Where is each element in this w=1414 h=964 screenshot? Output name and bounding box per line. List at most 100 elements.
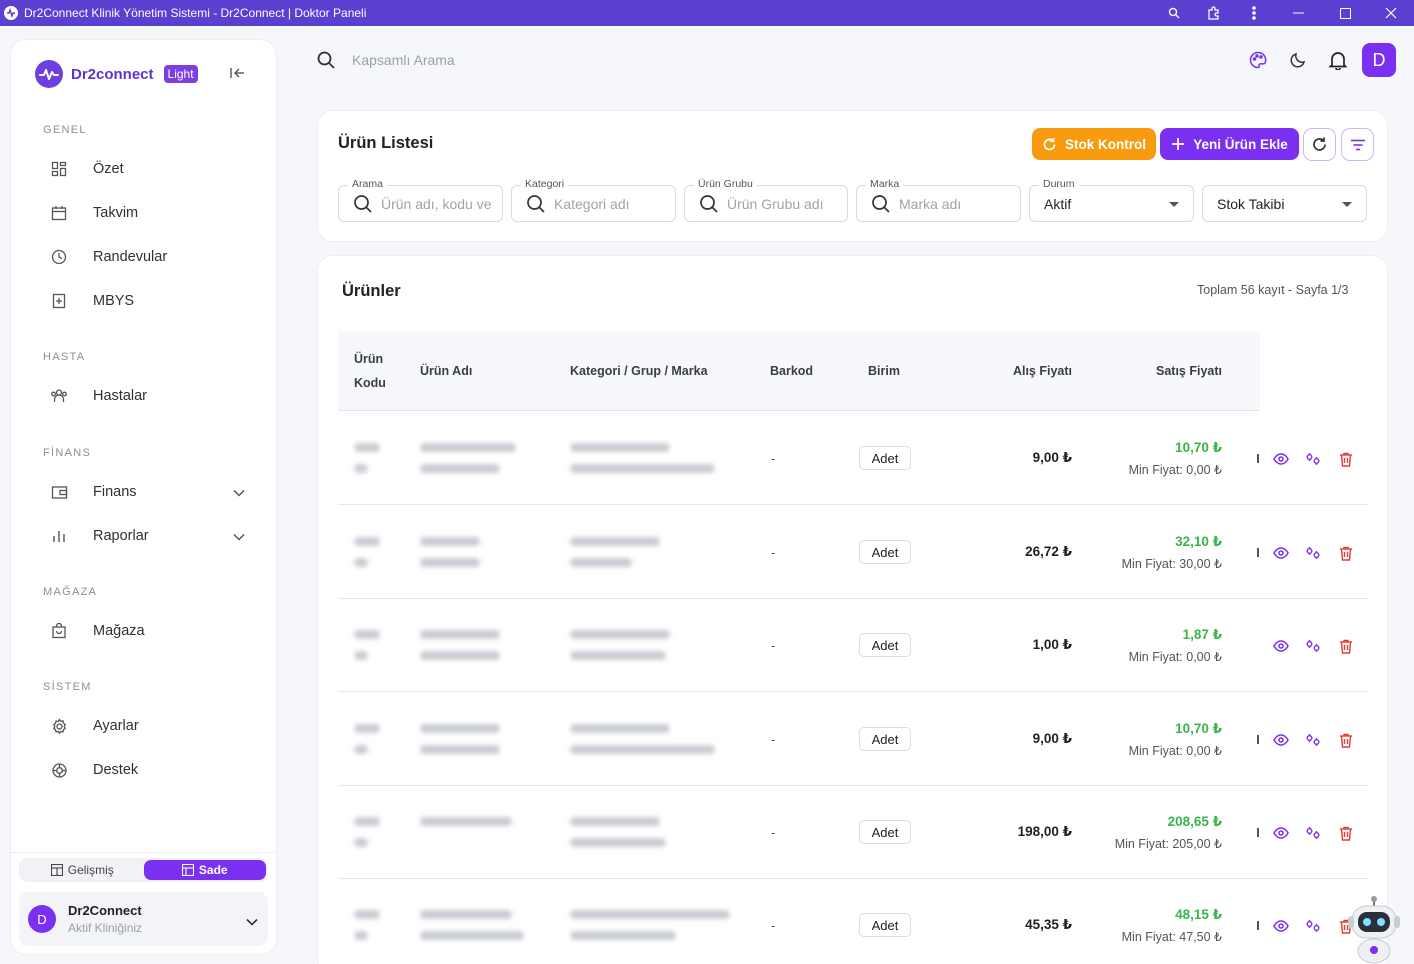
- add-product-button[interactable]: Yeni Ürün Ekle: [1160, 128, 1299, 160]
- status-select-label: Durum: [1039, 178, 1079, 190]
- section-genel: GENEL: [43, 124, 87, 136]
- notification-bell-icon[interactable]: [1327, 49, 1349, 71]
- search-input[interactable]: Kapsamlı Arama: [352, 52, 455, 68]
- heartbeat-logo-icon: [35, 60, 63, 88]
- product-code-redacted: [354, 817, 380, 826]
- brand-field[interactable]: Marka Marka adı: [856, 178, 1021, 222]
- column-header-unit[interactable]: Birim: [868, 364, 900, 378]
- dark-mode-icon[interactable]: [1287, 49, 1309, 71]
- filter-button[interactable]: [1341, 128, 1374, 161]
- collapse-sidebar-icon[interactable]: [229, 66, 245, 85]
- search-field[interactable]: Arama Ürün adı, kodu veya barkod: [338, 178, 503, 222]
- delete-icon[interactable]: [1338, 545, 1354, 561]
- eye-icon[interactable]: [1273, 732, 1289, 748]
- clinic-switcher[interactable]: D Dr2Connect Aktif Kliniğiniz: [19, 892, 268, 946]
- stock-control-button[interactable]: Stok Kontrol: [1032, 128, 1156, 160]
- table-row[interactable]: - Adet 9,00 ₺ 10,70 ₺ Min Fiyat: 0,00 ₺: [338, 693, 1368, 786]
- min-price: Min Fiyat: 0,00 ₺: [1128, 744, 1222, 758]
- global-search[interactable]: Kapsamlı Arama: [316, 50, 455, 70]
- users-icon: [47, 384, 71, 408]
- clinic-subtitle: Aktif Kliniğiniz: [68, 921, 143, 935]
- price-settings-icon[interactable]: [1305, 451, 1321, 467]
- delete-icon[interactable]: [1338, 638, 1354, 654]
- sell-price: 48,15 ₺: [1175, 907, 1222, 922]
- mode-simple-label: Sade: [198, 863, 228, 877]
- column-header-code-2[interactable]: Kodu: [354, 376, 386, 390]
- maximize-icon[interactable]: [1322, 0, 1368, 26]
- price-settings-icon[interactable]: [1305, 918, 1321, 934]
- brand-input[interactable]: Marka adı: [899, 196, 961, 212]
- product-code-redacted: [354, 745, 368, 754]
- price-settings-icon[interactable]: [1305, 732, 1321, 748]
- category-redacted: [570, 931, 676, 940]
- sidebar-item-ayarlar[interactable]: Ayarlar: [35, 708, 255, 744]
- column-header-buy-price[interactable]: Alış Fiyatı: [1013, 364, 1072, 378]
- column-header-sell-price[interactable]: Satış Fiyatı: [1156, 364, 1222, 378]
- column-header-code[interactable]: Ürün: [354, 352, 383, 366]
- reload-button[interactable]: [1303, 128, 1336, 161]
- product-name-redacted: [420, 537, 480, 546]
- price-settings-icon[interactable]: [1305, 545, 1321, 561]
- sidebar-item-hastalar[interactable]: Hastalar: [35, 378, 255, 414]
- caret-down-icon: [1169, 202, 1179, 207]
- extensions-icon[interactable]: [1194, 0, 1234, 26]
- category-redacted: [570, 464, 715, 473]
- table-row[interactable]: - Adet 45,35 ₺ 48,15 ₺ Min Fiyat: 47,50 ₺: [338, 879, 1368, 964]
- sidebar-item-destek[interactable]: Destek: [35, 752, 255, 788]
- table-row[interactable]: - Adet 26,72 ₺ 32,10 ₺ Min Fiyat: 30,00 ₺: [338, 506, 1368, 599]
- sidebar-item-takvim[interactable]: Takvim: [35, 195, 255, 231]
- user-avatar[interactable]: D: [1362, 43, 1396, 77]
- sidebar-item-raporlar[interactable]: Raporlar: [35, 518, 255, 554]
- sidebar-item-mbys[interactable]: MBYS: [35, 283, 255, 319]
- eye-icon[interactable]: [1273, 638, 1289, 654]
- medical-file-icon: [47, 289, 71, 313]
- assistant-robot-icon[interactable]: [1346, 896, 1402, 964]
- sidebar-item-finans[interactable]: Finans: [35, 474, 255, 510]
- category-field[interactable]: Kategori Kategori adı: [511, 178, 676, 222]
- sidebar-item-ozet[interactable]: Özet: [35, 151, 255, 187]
- dashboard-icon: [47, 157, 71, 181]
- barcode-cell: -: [771, 732, 776, 747]
- product-code-redacted: [354, 724, 380, 733]
- sidebar-item-randevular[interactable]: Randevular: [35, 239, 255, 275]
- eye-icon[interactable]: [1273, 451, 1289, 467]
- eye-icon[interactable]: [1273, 918, 1289, 934]
- brand-logo[interactable]: Dr2connect Light: [35, 60, 198, 88]
- minimize-icon[interactable]: [1274, 0, 1322, 26]
- close-icon[interactable]: [1368, 0, 1414, 26]
- table-row[interactable]: - Adet 198,00 ₺ 208,65 ₺ Min Fiyat: 205,00 ₺: [338, 786, 1368, 879]
- product-code-redacted: [354, 558, 368, 567]
- column-header-name[interactable]: Ürün Adı: [420, 364, 472, 378]
- category-input[interactable]: Kategori adı: [554, 196, 630, 212]
- section-magaza: MAĞAZA: [43, 586, 98, 598]
- product-group-field[interactable]: Ürün Grubu Ürün Grubu adı: [684, 178, 848, 222]
- palette-icon[interactable]: [1247, 49, 1269, 71]
- delete-icon[interactable]: [1338, 732, 1354, 748]
- stock-tracking-select[interactable]: Stok Takibi: [1202, 185, 1367, 222]
- product-group-input[interactable]: Ürün Grubu adı: [727, 196, 824, 212]
- barcode-cell: -: [771, 918, 776, 933]
- bar-chart-icon: [47, 524, 71, 548]
- sidebar-item-magaza[interactable]: Mağaza: [35, 613, 255, 649]
- column-header-barcode[interactable]: Barkod: [770, 364, 813, 378]
- search-input[interactable]: Ürün adı, kodu veya barkod: [381, 196, 491, 212]
- min-price: Min Fiyat: 0,00 ₺: [1128, 650, 1222, 664]
- mode-simple-button[interactable]: Sade: [143, 860, 266, 880]
- delete-icon[interactable]: [1338, 825, 1354, 841]
- price-settings-icon[interactable]: [1305, 825, 1321, 841]
- delete-icon[interactable]: [1338, 451, 1354, 467]
- table-row[interactable]: - Adet 1,00 ₺ 1,87 ₺ Min Fiyat: 0,00 ₺: [338, 599, 1368, 692]
- more-icon[interactable]: [1234, 0, 1274, 26]
- truncated-action-indicator: [1257, 921, 1259, 930]
- zoom-icon[interactable]: [1154, 0, 1194, 26]
- column-header-category[interactable]: Kategori / Grup / Marka: [570, 364, 708, 378]
- search-icon: [527, 194, 545, 213]
- eye-icon[interactable]: [1273, 825, 1289, 841]
- mode-advanced-button[interactable]: Gelişmiş: [21, 860, 144, 880]
- price-settings-icon[interactable]: [1305, 638, 1321, 654]
- status-select[interactable]: Durum Aktif: [1029, 178, 1194, 222]
- search-field-label: Arama: [348, 178, 387, 190]
- table-row[interactable]: - Adet 9,00 ₺ 10,70 ₺ Min Fiyat: 0,00 ₺: [338, 412, 1368, 505]
- eye-icon[interactable]: [1273, 545, 1289, 561]
- divider: [11, 852, 276, 853]
